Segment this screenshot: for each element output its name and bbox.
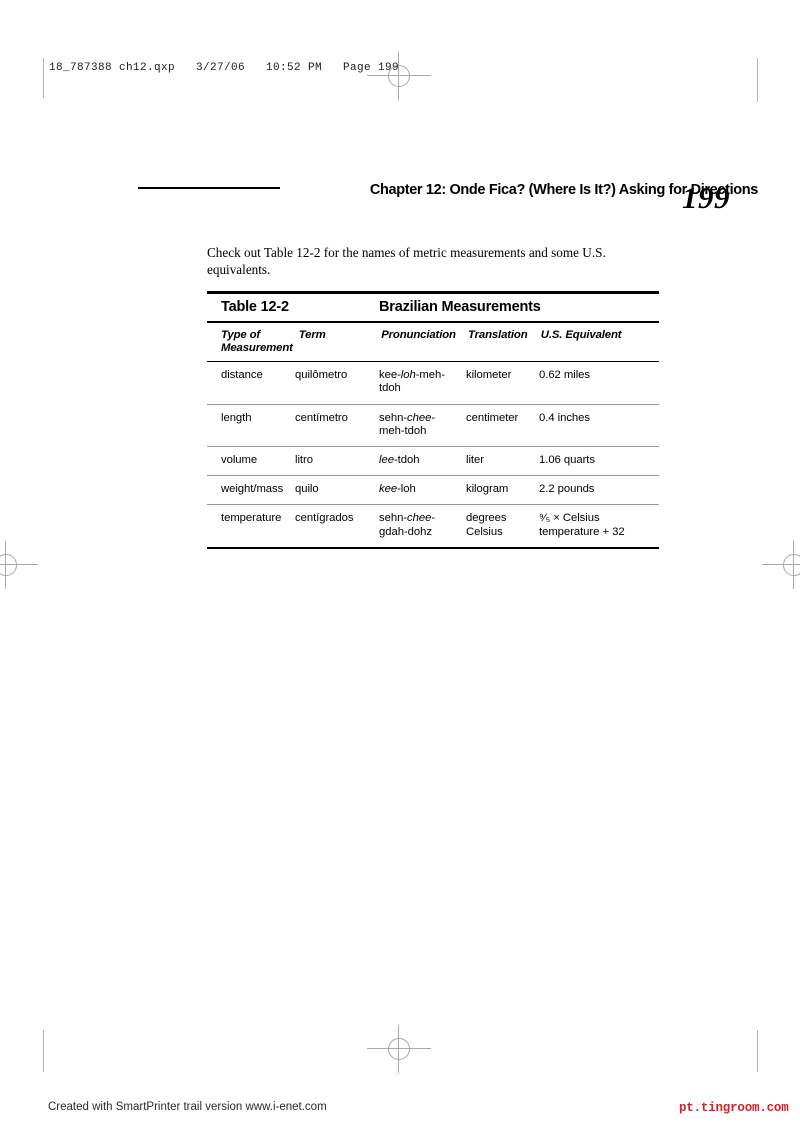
table-title-row: Table 12-2 Brazilian Measurements (207, 294, 659, 321)
trim-mark-top-right (757, 58, 758, 102)
measurements-table: Table 12-2 Brazilian Measurements Type o… (207, 291, 659, 549)
registration-mark-left-icon (0, 541, 38, 589)
column-header-translation: Translation (468, 329, 528, 341)
registration-mark-bottom-icon (367, 1025, 431, 1073)
cell-pronunciation: sehn-chee-gdah-dohz (379, 512, 436, 538)
cell-type: weight/mass (221, 483, 284, 496)
table-row: distance quilômetro kee-loh-meh-tdoh kilome… (207, 362, 659, 403)
column-header-term: Term (298, 329, 326, 341)
cell-translation: degrees Celsius (466, 512, 507, 538)
trim-mark-bottom-right (757, 1030, 758, 1072)
cell-pronunciation: kee-loh-meh-tdoh (379, 369, 445, 395)
site-watermark: pt.tingroom.com (679, 1101, 789, 1115)
cell-translation: liter (466, 454, 484, 466)
cell-type: volume (221, 454, 258, 466)
running-head-rule (138, 187, 280, 189)
cell-us-equivalent: ⁹⁄₅ × Celsius temperature + 32 (539, 512, 625, 538)
cell-translation: kilogram (466, 483, 509, 496)
column-header-us-equivalent: U.S. Equivalent (540, 329, 622, 341)
cell-us-equivalent: 2.2 pounds (539, 483, 595, 496)
running-head: Chapter 12: Onde Fica? (Where Is It?) As… (138, 182, 758, 198)
table-row: length centímetro sehn-chee-meh-tdoh centim… (207, 405, 659, 446)
column-header-pronunciation: Pronunciation (381, 329, 456, 341)
cell-type: distance (221, 369, 263, 382)
cell-pronunciation: kee-loh (379, 483, 416, 496)
cell-translation: kilometer (466, 369, 512, 382)
table-number: Table 12-2 (221, 299, 289, 315)
page-number: 199 (682, 180, 730, 215)
table-caption: Brazilian Measurements (379, 299, 541, 315)
cell-term: centímetro (295, 411, 348, 424)
intro-paragraph: Check out Table 12-2 for the names of me… (207, 245, 606, 277)
cell-term: quilômetro (295, 369, 348, 382)
table-row: volume litro lee-tdoh liter 1.06 quarts (207, 447, 659, 475)
registration-mark-top-icon (367, 52, 431, 100)
trim-mark-bottom-left (43, 1030, 44, 1072)
cell-term: quilo (295, 483, 319, 496)
smartprinter-notice: Created with SmartPrinter trail version … (48, 1101, 327, 1113)
prepress-slug-line: 18_787388 ch12.qxp 3/27/06 10:52 PM Page… (49, 62, 400, 74)
registration-mark-right-icon (762, 541, 800, 589)
cell-us-equivalent: 0.62 miles (539, 369, 590, 382)
cell-us-equivalent: 0.4 inches (539, 411, 590, 424)
trim-mark-top-left (43, 58, 44, 98)
cell-type: length (221, 411, 252, 424)
cell-pronunciation: sehn-chee-meh-tdoh (379, 411, 436, 437)
table-bottom-rule (207, 546, 659, 549)
cell-term: litro (295, 454, 313, 466)
cell-type: temperature (221, 512, 282, 525)
table-body: distance quilômetro kee-loh-meh-tdoh kilome… (207, 362, 659, 547)
table-row: temperature centígrados sehn-chee-gdah-doh… (207, 505, 659, 546)
cell-pronunciation: lee-tdoh (379, 454, 420, 466)
cell-translation: centimeter (466, 411, 519, 424)
book-page: 18_787388 ch12.qxp 3/27/06 10:52 PM Page… (0, 0, 800, 1131)
table-row: weight/mass quilo kee-loh kilogram 2.2 pound… (207, 476, 659, 504)
cell-us-equivalent: 1.06 quarts (539, 454, 595, 466)
column-header-type: Type of Measurement (221, 329, 293, 354)
cell-term: centígrados (295, 512, 354, 525)
table-header-row: Type of Measurement Term Pronunciation T… (207, 323, 659, 361)
